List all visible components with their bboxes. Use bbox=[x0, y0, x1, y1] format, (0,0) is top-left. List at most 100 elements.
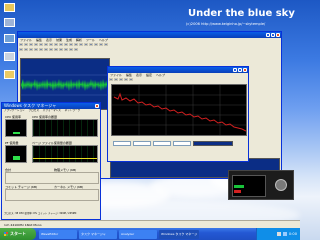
amplify-icon[interactable] bbox=[39, 48, 43, 51]
menu-analyze[interactable]: 解析 bbox=[76, 38, 82, 42]
editor-status-line: 1ch 44100Hz 16bit Mono bbox=[0, 220, 300, 228]
record-icon[interactable] bbox=[79, 43, 83, 46]
zoom-in-icon[interactable] bbox=[59, 43, 63, 46]
desktop-icon-recycle-bin[interactable] bbox=[3, 52, 16, 64]
analyzer-controls bbox=[111, 139, 247, 153]
menu-help[interactable]: ヘルプ bbox=[99, 38, 108, 42]
silence-icon[interactable] bbox=[29, 48, 33, 51]
stop-icon[interactable] bbox=[119, 78, 123, 81]
info-icon[interactable] bbox=[74, 48, 78, 51]
capture-icon[interactable] bbox=[124, 78, 128, 81]
new-icon[interactable] bbox=[19, 43, 23, 46]
start-button[interactable]: スタート bbox=[0, 228, 36, 240]
taskbar-item[interactable]: WaveEditor bbox=[39, 229, 77, 239]
kernel-stats-box bbox=[5, 189, 99, 201]
run-icon[interactable] bbox=[109, 78, 113, 81]
desktop-icon-my-documents[interactable] bbox=[3, 3, 16, 15]
task-manager-titlebar[interactable]: Windows タスク マネージャ bbox=[2, 103, 100, 109]
menu-generate[interactable]: 生成 bbox=[66, 38, 72, 42]
reverb-icon[interactable] bbox=[54, 48, 58, 51]
minimize-icon[interactable] bbox=[233, 68, 237, 72]
zoom-out-icon[interactable] bbox=[64, 43, 68, 46]
taskbar-item[interactable]: タスク マネージャ bbox=[79, 229, 117, 239]
menu-file[interactable]: ファイル bbox=[110, 73, 122, 77]
analyzer-toolbar bbox=[108, 77, 248, 82]
menu-edit[interactable]: 編集 bbox=[36, 38, 42, 42]
menu-edit[interactable]: 編集 bbox=[126, 73, 132, 77]
fade-in-icon[interactable] bbox=[19, 48, 23, 51]
minimize-icon[interactable] bbox=[266, 33, 270, 37]
menu-view[interactable]: 表示 bbox=[46, 38, 52, 42]
cut-icon[interactable] bbox=[34, 43, 38, 46]
spectrum-trace bbox=[112, 85, 246, 135]
recycle-bin-icon bbox=[4, 52, 15, 61]
reverse-icon[interactable] bbox=[34, 48, 38, 51]
clock: 0:00 bbox=[288, 232, 297, 236]
loop-icon[interactable] bbox=[84, 43, 88, 46]
spectrum-plot[interactable] bbox=[111, 84, 247, 136]
desktop-icon-network[interactable] bbox=[3, 34, 16, 46]
desktop-icon-my-computer[interactable] bbox=[3, 18, 16, 30]
network-tray-icon[interactable] bbox=[282, 232, 287, 236]
desktop-icon-folder[interactable] bbox=[3, 70, 16, 82]
taskbar: スタート WaveEditor タスク マネージャ Analyzer Windo… bbox=[0, 228, 300, 240]
cpu-history-graph bbox=[32, 119, 98, 137]
tab-performance[interactable]: パフォーマンス bbox=[43, 109, 61, 112]
audio-editor-titlebar[interactable] bbox=[18, 32, 281, 38]
pf-usage-meter bbox=[5, 145, 27, 163]
average-input[interactable] bbox=[173, 141, 191, 146]
eq-icon[interactable] bbox=[44, 48, 48, 51]
level-meter-window[interactable] bbox=[228, 170, 294, 200]
menu-settings[interactable]: 設定 bbox=[146, 73, 152, 77]
paste-icon[interactable] bbox=[44, 43, 48, 46]
taskbar-item-active[interactable]: Windows タスク マネージ bbox=[159, 229, 199, 239]
pf-history-line bbox=[33, 158, 97, 159]
trim-icon[interactable] bbox=[99, 43, 103, 46]
task-manager-tabs: アプリケーション プロセス パフォーマンス ネットワーク bbox=[2, 109, 100, 113]
tempo-icon[interactable] bbox=[64, 48, 68, 51]
maximize-icon[interactable] bbox=[271, 33, 275, 37]
redo-icon[interactable] bbox=[54, 43, 58, 46]
tab-networking[interactable]: ネットワーク bbox=[65, 109, 81, 112]
overlay-credit: (c)2006 http://www.keiginho.jp/~skytempl… bbox=[186, 22, 266, 26]
marker-icon[interactable] bbox=[89, 43, 93, 46]
play-icon[interactable] bbox=[69, 43, 73, 46]
cpu-usage-meter bbox=[5, 119, 27, 137]
menu-file[interactable]: ファイル bbox=[20, 38, 32, 42]
task-manager-window[interactable]: Windows タスク マネージャ アプリケーション プロセス パフォーマンス … bbox=[1, 102, 101, 220]
stop-icon[interactable] bbox=[74, 43, 78, 46]
settings-icon[interactable] bbox=[129, 78, 133, 81]
tab-processes[interactable]: プロセス bbox=[29, 109, 39, 112]
analyzer-titlebar[interactable] bbox=[108, 67, 248, 73]
mode-select[interactable] bbox=[113, 141, 131, 146]
taskbar-item[interactable]: Analyzer bbox=[119, 229, 157, 239]
save-icon[interactable] bbox=[29, 43, 33, 46]
filter-icon[interactable] bbox=[49, 48, 53, 51]
green-level-bar bbox=[234, 185, 244, 188]
spectrum-icon[interactable] bbox=[69, 48, 73, 51]
menu-effect[interactable]: 効果 bbox=[56, 38, 62, 42]
open-icon[interactable] bbox=[24, 43, 28, 46]
close-icon[interactable] bbox=[243, 68, 247, 72]
copy-icon[interactable] bbox=[39, 43, 43, 46]
pause-icon[interactable] bbox=[114, 78, 118, 81]
maximize-icon[interactable] bbox=[238, 68, 242, 72]
close-icon[interactable] bbox=[276, 33, 280, 37]
folder-icon bbox=[4, 70, 15, 79]
volume-icon[interactable] bbox=[276, 232, 281, 236]
menu-tools[interactable]: ツール bbox=[86, 38, 95, 42]
undo-icon[interactable] bbox=[49, 43, 53, 46]
close-icon[interactable] bbox=[95, 104, 99, 108]
normalize-icon[interactable] bbox=[104, 43, 108, 46]
fft-size-select[interactable] bbox=[153, 141, 171, 146]
pitch-icon[interactable] bbox=[59, 48, 63, 51]
cpu-usage-bar bbox=[13, 132, 20, 134]
fade-out-icon[interactable] bbox=[24, 48, 28, 51]
menu-view[interactable]: 表示 bbox=[136, 73, 142, 77]
window-select[interactable] bbox=[133, 141, 151, 146]
tab-applications[interactable]: アプリケーション bbox=[4, 109, 25, 112]
volume-knob-icon[interactable] bbox=[275, 179, 287, 191]
menu-help[interactable]: ヘルプ bbox=[156, 73, 165, 77]
select-icon[interactable] bbox=[94, 43, 98, 46]
analyzer-window[interactable]: ファイル 編集 表示 設定 ヘルプ bbox=[107, 66, 249, 162]
